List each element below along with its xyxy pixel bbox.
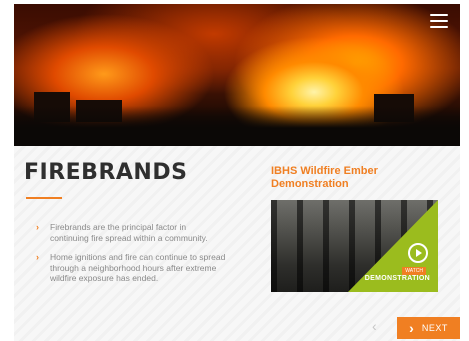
hamburger-menu-icon[interactable] [430,14,448,28]
ground-silhouette [14,106,460,146]
list-item: › Firebrands are the principal factor in… [36,222,226,243]
video-badge-small: WATCH [402,267,426,275]
next-button-label: NEXT [421,323,448,333]
hero-fire-image [14,4,460,146]
page-title: FIREBRANDS [24,160,188,185]
bullet-chevron-icon: › [36,222,39,232]
video-thumbnail[interactable]: WATCH DEMONSTRATION [271,200,438,292]
chevron-left-icon[interactable]: ‹ [372,319,377,333]
title-underline [26,197,62,199]
video-badge-label: DEMONSTRATION [364,275,430,282]
bullet-chevron-icon: › [36,252,39,262]
bullet-text: Home ignitions and fire can continue to … [50,252,226,283]
video-title: IBHS Wildfire Ember Demonstration [271,165,378,190]
bullet-list: › Firebrands are the principal factor in… [36,222,226,293]
list-item: › Home ignitions and fire can continue t… [36,252,226,284]
play-icon[interactable] [408,243,428,263]
bullet-text: Firebrands are the principal factor in c… [50,222,208,243]
chevron-right-icon: › [409,320,414,336]
next-button[interactable]: › NEXT [397,317,460,339]
